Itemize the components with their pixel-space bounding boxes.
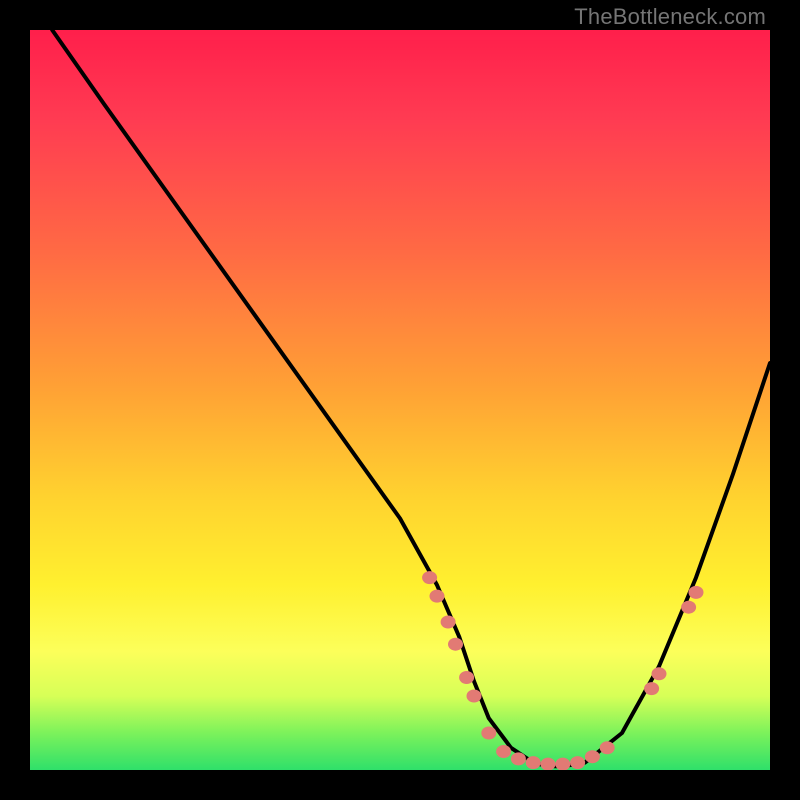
chart-frame [30,30,770,770]
gradient-plot-area [30,30,770,770]
watermark-text: TheBottleneck.com [574,4,766,30]
